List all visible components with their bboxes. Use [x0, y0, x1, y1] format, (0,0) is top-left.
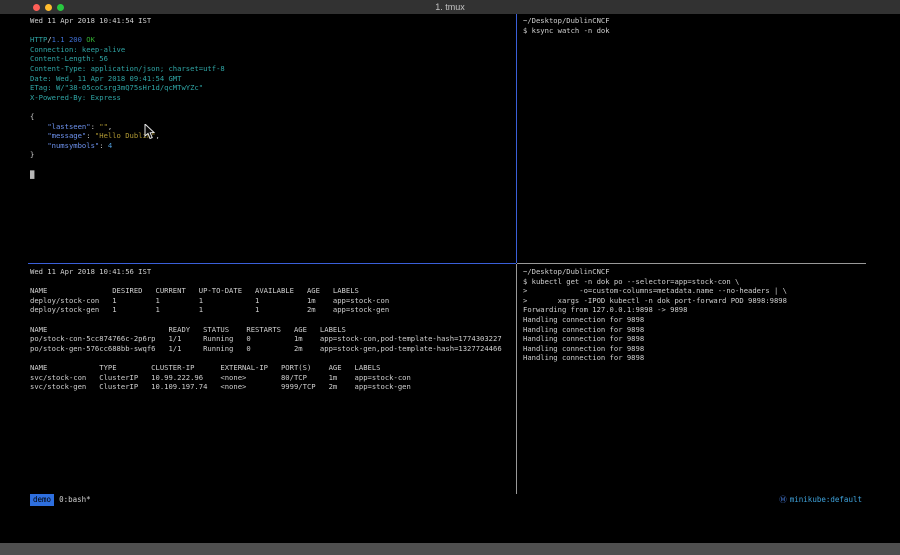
terminal-line: po/stock-gen-576cc688bb-swqf6 1/1 Runnin… [30, 344, 516, 354]
terminal-line: HTTP/1.1 200 OK [30, 35, 516, 45]
pane-http-response[interactable]: Wed 11 Apr 2018 10:41:54 IST HTTP/1.1 20… [30, 16, 516, 262]
terminal-line: NAME TYPE CLUSTER-IP EXTERNAL-IP PORT(S)… [30, 363, 516, 373]
pane-border-horizontal-active[interactable] [28, 263, 516, 264]
pane-border-horizontal-inactive[interactable] [517, 263, 866, 264]
terminal-line: Handling connection for 9898 [523, 353, 866, 363]
mouse-cursor [144, 124, 156, 140]
terminal-line [30, 102, 516, 112]
dock-bar [0, 543, 900, 555]
pane-port-forward[interactable]: ~/Desktop/DublinCNCF$ kubectl get -n dok… [523, 267, 866, 493]
terminal-line [30, 26, 516, 36]
terminal-line [30, 353, 516, 363]
terminal-line [30, 277, 516, 287]
terminal-line: { [30, 112, 516, 122]
terminal-line: > xargs -IPOD kubectl -n dok port-forwar… [523, 296, 866, 306]
tmux-window-name[interactable]: 0:bash* [59, 494, 91, 506]
minimize-button[interactable] [45, 4, 52, 11]
terminal-line: > -o=custom-columns=metadata.name --no-h… [523, 286, 866, 296]
close-button[interactable] [33, 4, 40, 11]
tmux-session-badge[interactable]: demo [30, 494, 54, 506]
terminal-line: po/stock-con-5cc874766c-2p6rp 1/1 Runnin… [30, 334, 516, 344]
pane-border-vertical-inactive[interactable] [516, 264, 517, 494]
zoom-button[interactable] [57, 4, 64, 11]
terminal-line [30, 315, 516, 325]
terminal-line: "message": "Hello Dublin", [30, 131, 516, 141]
terminal-line: ~/Desktop/DublinCNCF [523, 267, 866, 277]
terminal-line: $ ksync watch -n dok [523, 26, 866, 36]
window-title: 1. tmux [0, 2, 900, 12]
terminal-line: $ kubectl get -n dok po --selector=app=s… [523, 277, 866, 287]
pane-kubectl-resources[interactable]: Wed 11 Apr 2018 10:41:56 IST NAME DESIRE… [30, 267, 516, 493]
terminal-line: "numsymbols": 4 [30, 141, 516, 151]
terminal-line: Content-Length: 56 [30, 54, 516, 64]
terminal-line: "lastseen": "", [30, 122, 516, 132]
terminal-line: Date: Wed, 11 Apr 2018 09:41:54 GMT [30, 74, 516, 84]
pane-ksync-watch[interactable]: ~/Desktop/DublinCNCF$ ksync watch -n dok [523, 16, 866, 262]
terminal-line: X-Powered-By: Express [30, 93, 516, 103]
terminal-line: █ [30, 170, 516, 180]
terminal-line: Wed 11 Apr 2018 10:41:56 IST [30, 267, 516, 277]
terminal-line: Wed 11 Apr 2018 10:41:54 IST [30, 16, 516, 26]
terminal-line: } [30, 150, 516, 160]
terminal-line: Handling connection for 9898 [523, 344, 866, 354]
terminal-line: Connection: keep-alive [30, 45, 516, 55]
terminal-line [30, 160, 516, 170]
minikube-icon: Ⓜ [779, 494, 787, 506]
kube-context-label: minikube:default [790, 494, 862, 506]
terminal-line: ~/Desktop/DublinCNCF [523, 16, 866, 26]
terminal-line: svc/stock-con ClusterIP 10.99.222.96 <no… [30, 373, 516, 383]
traffic-lights [33, 4, 64, 11]
terminal-line: NAME READY STATUS RESTARTS AGE LABELS [30, 325, 516, 335]
tmux-status-bar: demo 0:bash* Ⓜ minikube:default [0, 494, 866, 506]
terminal-line: Content-Type: application/json; charset=… [30, 64, 516, 74]
terminal-line: Handling connection for 9898 [523, 334, 866, 344]
terminal-line: deploy/stock-con 1 1 1 1 1m app=stock-co… [30, 296, 516, 306]
terminal-line: deploy/stock-gen 1 1 1 1 2m app=stock-ge… [30, 305, 516, 315]
terminal-line: ETag: W/"38-05coCsrg3mQ75sHr1d/qcMTwYZc" [30, 83, 516, 93]
pane-border-vertical-active[interactable] [516, 14, 517, 263]
window-titlebar[interactable]: 1. tmux [0, 0, 900, 14]
terminal-line: Handling connection for 9898 [523, 325, 866, 335]
terminal-line: NAME DESIRED CURRENT UP-TO-DATE AVAILABL… [30, 286, 516, 296]
terminal-line: svc/stock-gen ClusterIP 10.109.197.74 <n… [30, 382, 516, 392]
terminal-line: Forwarding from 127.0.0.1:9898 -> 9898 [523, 305, 866, 315]
terminal-line: Handling connection for 9898 [523, 315, 866, 325]
